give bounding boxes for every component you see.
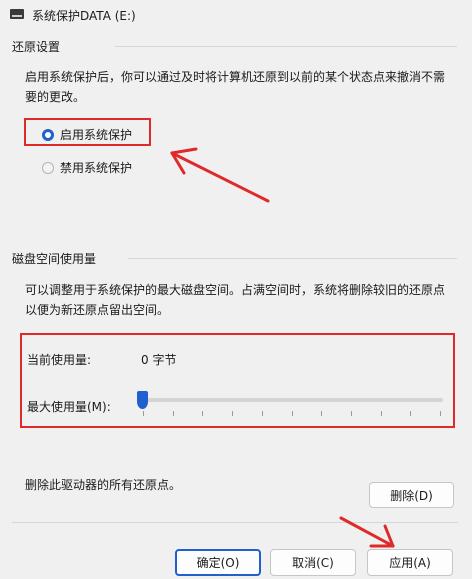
slider-tick — [440, 411, 441, 416]
current-usage-value: 0 字节 — [141, 353, 177, 367]
slider-tick — [172, 411, 174, 416]
radio-disable-label: 禁用系统保护 — [60, 161, 133, 175]
slider-tick — [261, 411, 263, 416]
restore-settings-heading: 还原设置 — [12, 40, 61, 54]
slider-tick — [410, 411, 412, 416]
disk-usage-description: 可以调整用于系统保护的最大磁盘空间。占满空间时，系统将删除较旧的还原点以便为新还… — [25, 283, 446, 317]
window-title: 系统保护DATA (E:) — [32, 9, 136, 23]
slider-tick — [232, 411, 234, 416]
disk-usage-heading: 磁盘空间使用量 — [12, 252, 97, 266]
slider-tick — [202, 411, 204, 416]
disk-usage-divider — [128, 258, 457, 259]
ok-button[interactable]: 确定(O) — [175, 549, 261, 576]
radio-unchecked-icon[interactable] — [42, 161, 54, 174]
delete-restore-points-text: 删除此驱动器的所有还原点。 — [25, 478, 182, 492]
slider-tick — [321, 411, 323, 416]
delete-button[interactable]: 删除(D) — [369, 482, 454, 508]
restore-settings-description: 启用系统保护后，你可以通过及时将计算机还原到以前的某个状态点来撤消不需要的更改。 — [25, 70, 446, 104]
max-usage-label: 最大使用量(M): — [27, 400, 111, 414]
slider-tick — [380, 411, 382, 416]
annotation-box-enable — [24, 118, 151, 146]
slider-tick — [143, 411, 144, 416]
annotation-arrow-icon — [170, 147, 270, 203]
slider-tick — [350, 411, 352, 416]
annotation-arrow-apply-icon — [339, 516, 395, 548]
max-usage-slider-track[interactable] — [140, 398, 443, 402]
max-usage-slider-thumb[interactable] — [137, 391, 148, 409]
current-usage-label: 当前使用量: — [27, 353, 92, 367]
radio-disable-protection[interactable]: 禁用系统保护 — [42, 159, 132, 176]
restore-settings-divider — [115, 46, 457, 47]
title-bar: 系统保护DATA (E:) — [0, 0, 472, 30]
drive-icon — [10, 9, 24, 19]
slider-tick — [291, 411, 293, 416]
